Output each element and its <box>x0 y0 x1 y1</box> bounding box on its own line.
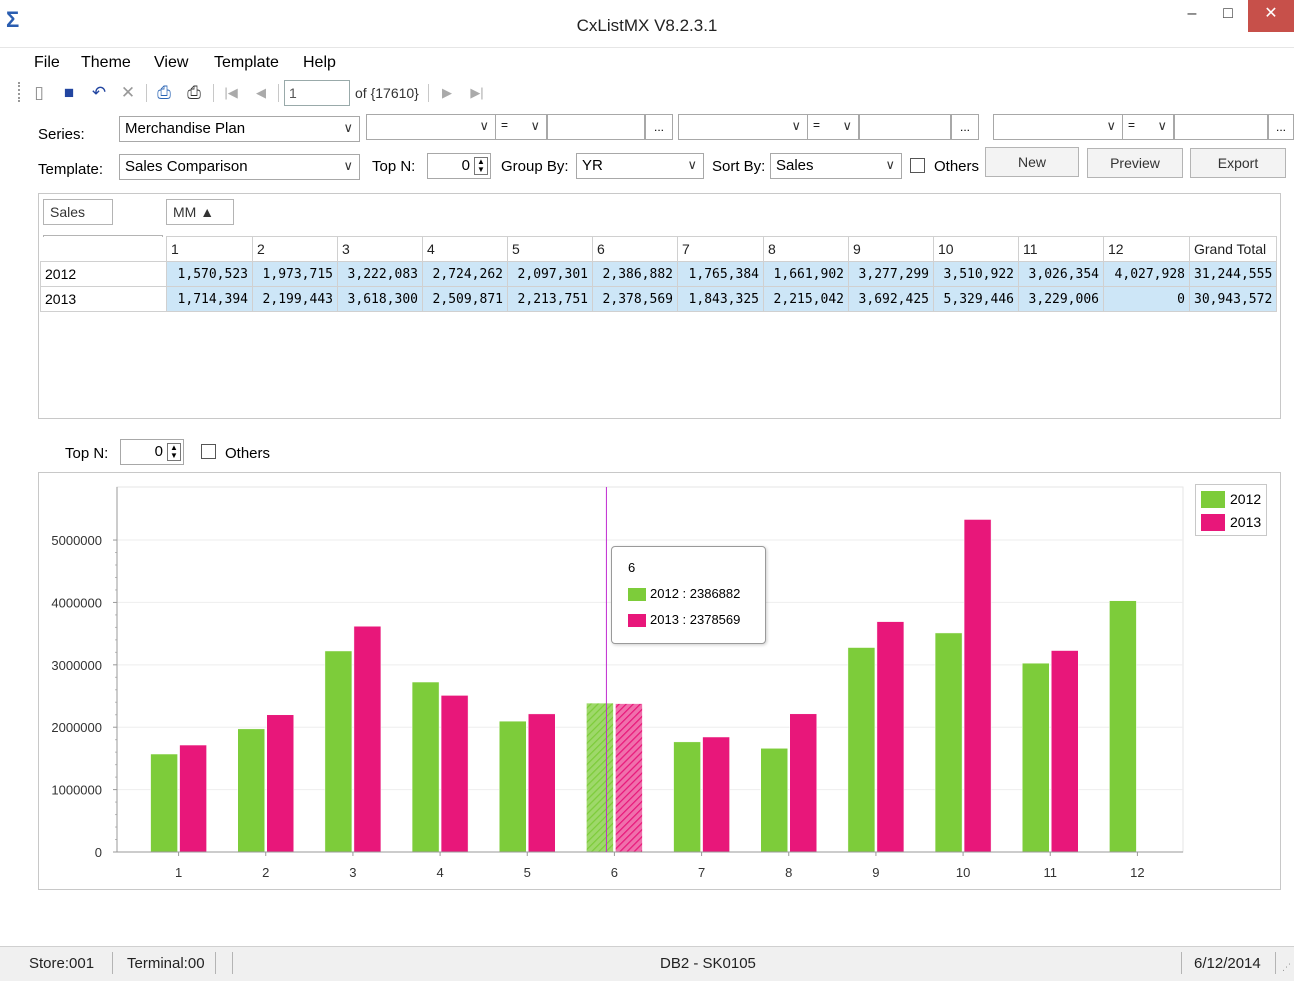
x-tick-label: 7 <box>698 865 705 880</box>
bar-2012-9 <box>847 647 876 853</box>
chart-legend: 2012 2013 <box>1195 484 1267 536</box>
y-tick-label: 5000000 <box>51 533 102 548</box>
legend-label: 2013 <box>1230 514 1262 530</box>
tooltip-swatch-2012 <box>628 588 646 601</box>
bar-2013-4 <box>440 695 469 853</box>
bar-2013-10 <box>963 519 992 853</box>
legend-swatch-2012 <box>1201 491 1225 508</box>
bar-2012-4 <box>411 681 440 853</box>
terminal-status: Terminal:00 <box>127 955 205 972</box>
store-status: Store:001 <box>29 955 95 972</box>
tooltip-line: 2013 : 2378569 <box>650 612 741 627</box>
x-tick-label: 8 <box>785 865 792 880</box>
bar-2013-2 <box>266 714 294 853</box>
status-separator <box>215 952 216 974</box>
bar-2013-5 <box>528 713 556 853</box>
x-tick-label: 5 <box>524 865 531 880</box>
tooltip-line: 2012 : 2386882 <box>650 586 741 601</box>
bar-2013-11 <box>1051 650 1079 853</box>
x-tick-label: 6 <box>611 865 618 880</box>
bar-2012-1 <box>150 753 178 853</box>
legend-swatch-2013 <box>1201 514 1225 531</box>
bar-2013-3 <box>353 625 382 853</box>
bar-2013-9 <box>876 621 905 853</box>
bar-2012-10 <box>934 632 963 853</box>
status-separator <box>1275 952 1276 974</box>
bar-2013-7 <box>702 736 730 853</box>
bar-2012-11 <box>1022 662 1050 853</box>
bar-2012-2 <box>237 728 265 853</box>
x-tick-label: 12 <box>1130 865 1144 880</box>
status-separator <box>112 952 113 974</box>
chart-tooltip: 6 2012 : 2386882 2013 : 2378569 <box>611 546 766 644</box>
x-tick-label: 3 <box>349 865 356 880</box>
y-tick-label: 2000000 <box>51 720 102 735</box>
bar-chart[interactable]: 0100000020000003000000400000050000001 2 3 4… <box>0 0 1294 981</box>
x-tick-label: 10 <box>956 865 970 880</box>
bar-2013-6 <box>615 703 643 853</box>
bar-2012-6 <box>586 702 614 853</box>
y-tick-label: 3000000 <box>51 658 102 673</box>
resize-grip-icon[interactable]: ⋰ <box>1282 962 1291 973</box>
date-status: 6/12/2014 <box>1194 955 1261 972</box>
database-status: DB2 - SK0105 <box>660 955 756 972</box>
tooltip-title: 6 <box>628 560 636 575</box>
bar-2013-8 <box>789 713 817 853</box>
x-tick-label: 9 <box>872 865 879 880</box>
bar-2012-12 <box>1109 600 1137 853</box>
bar-2013-1 <box>179 744 207 853</box>
x-tick-label: 1 <box>175 865 182 880</box>
y-tick-label: 1000000 <box>51 783 102 798</box>
status-separator <box>232 952 233 974</box>
status-separator <box>1181 952 1182 974</box>
x-tick-label: 2 <box>262 865 269 880</box>
tooltip-swatch-2013 <box>628 614 646 627</box>
y-tick-label: 0 <box>95 845 102 860</box>
bar-2012-5 <box>499 720 527 853</box>
x-tick-label: 11 <box>1044 865 1058 880</box>
x-tick-label: 4 <box>436 865 443 880</box>
bar-2012-8 <box>760 748 788 853</box>
y-tick-label: 4000000 <box>51 595 102 610</box>
legend-label: 2012 <box>1230 491 1262 507</box>
bar-2012-7 <box>673 741 701 853</box>
bar-2012-3 <box>324 650 353 853</box>
